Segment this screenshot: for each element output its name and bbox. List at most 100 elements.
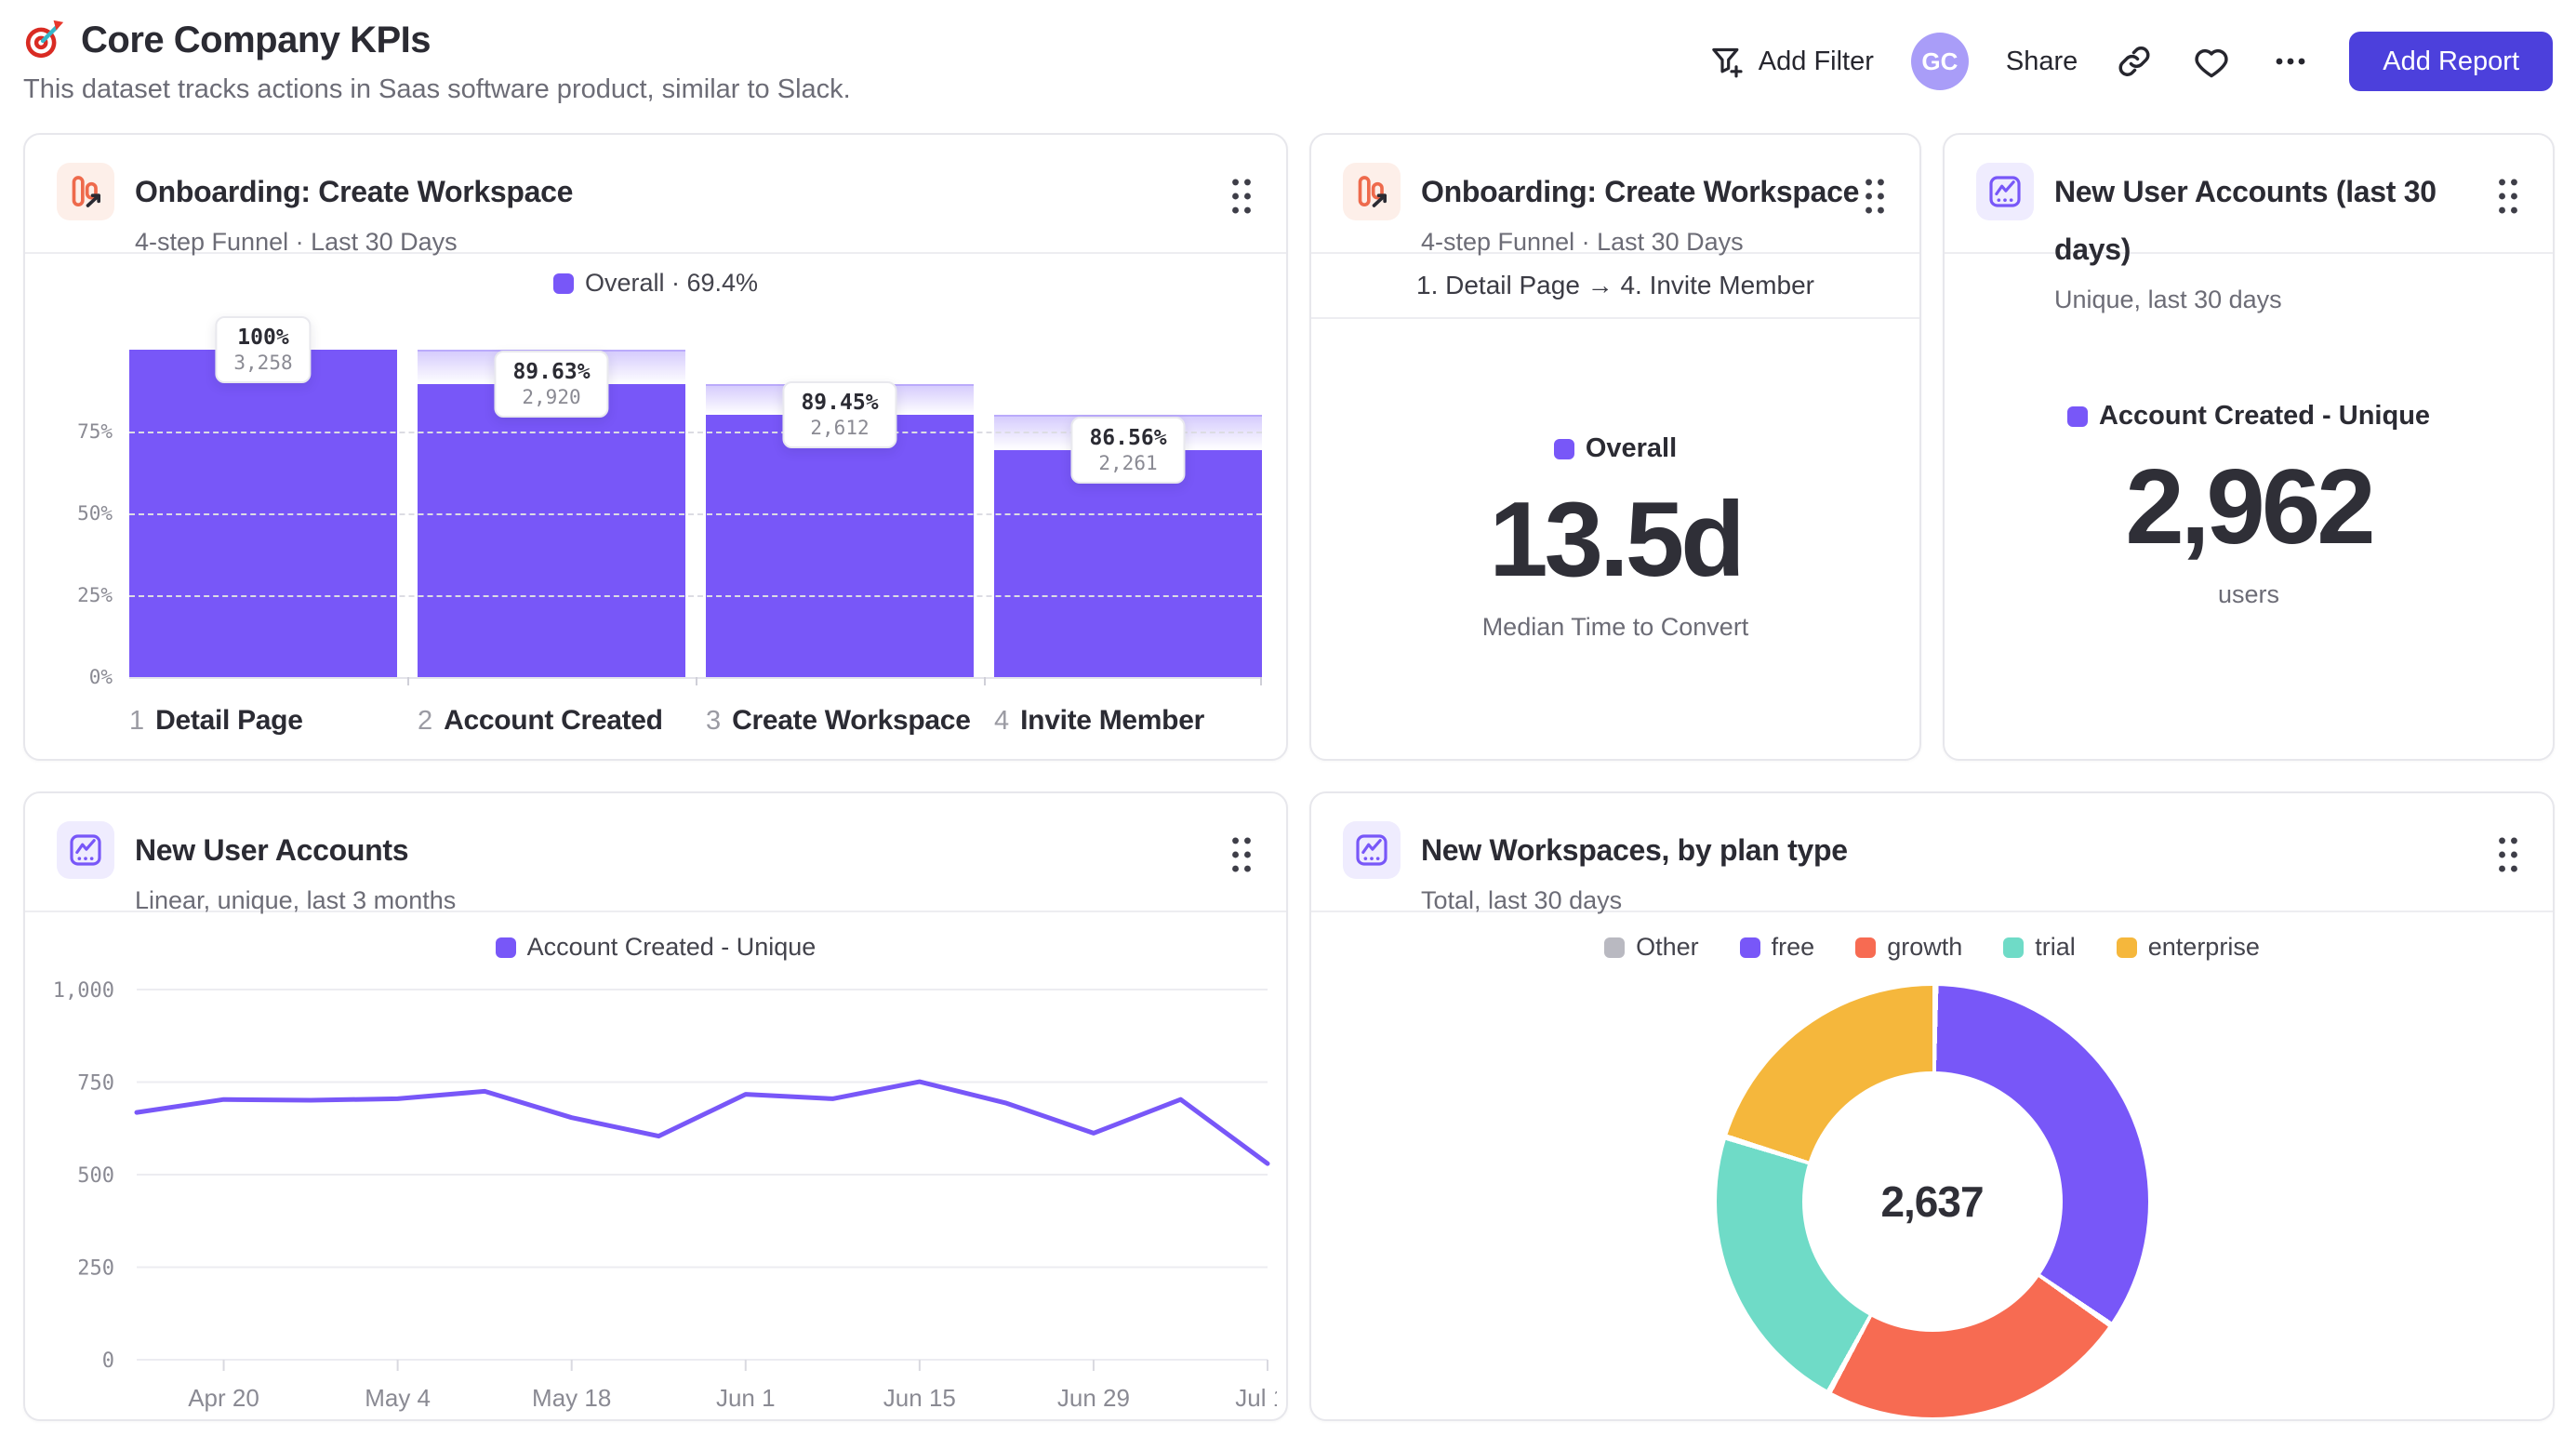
heart-icon xyxy=(2191,41,2232,82)
step-name: Invite Member xyxy=(1020,705,1204,736)
x-axis-tick-label: Jun 29 xyxy=(1057,1384,1130,1412)
funnel-chart-icon xyxy=(57,163,114,220)
x-axis-tick-label: Apr 20 xyxy=(188,1384,259,1412)
x-axis-tick xyxy=(984,677,986,685)
y-axis-tick-label: 25% xyxy=(77,584,113,606)
step-number: 3 xyxy=(706,706,722,736)
drag-handle[interactable] xyxy=(2495,176,2521,219)
funnel-chart-icon xyxy=(1343,163,1401,220)
legend-item[interactable]: Account Created - Unique xyxy=(2066,401,2430,432)
funnel-chart[interactable]: 100% 3,258 89.63% 2,920 89.45% 2,612 86.56% 2,2… xyxy=(77,316,1262,688)
y-axis-tick-label: 0 xyxy=(102,1349,114,1373)
funnel-step-label[interactable]: 2 Account Created xyxy=(418,705,685,737)
y-axis-tick-label: 750 xyxy=(77,1072,114,1096)
card-subtitle: Total, last 30 days xyxy=(1421,886,1623,914)
x-axis-tick-label: Jun 15 xyxy=(883,1384,956,1412)
funnel-legend: Overall · 69.4% xyxy=(25,269,1286,298)
add-report-button[interactable]: Add Report xyxy=(2349,32,2553,91)
legend-item[interactable]: trial xyxy=(2003,933,2076,962)
card-title: Onboarding: Create Workspace xyxy=(135,175,574,208)
step-number: 1 xyxy=(129,706,145,736)
big-number-metric: Account Created - Unique 2,962 users xyxy=(1945,254,2553,756)
card-subtitle: 4-step Funnel · Last 30 Days xyxy=(1421,228,1744,256)
x-axis-tick-label: Jul 13 xyxy=(1235,1384,1277,1412)
card-subtitle: 4-step Funnel · Last 30 Days xyxy=(135,228,458,256)
card-subtitle: Linear, unique, last 3 months xyxy=(135,886,457,914)
drag-handle[interactable] xyxy=(2495,834,2521,878)
y-axis-tick-label: 75% xyxy=(77,420,113,443)
line-chart-icon xyxy=(1976,163,2034,220)
funnel-bar-fill xyxy=(418,383,685,677)
card-title: New User Accounts xyxy=(135,833,409,867)
line-series[interactable] xyxy=(134,1079,1270,1166)
donut-center-value: 2,637 xyxy=(1880,1177,1984,1226)
legend-item[interactable]: enterprise xyxy=(2116,933,2260,962)
line-chart[interactable]: 0 250 500 750 1,000 Apr 20 May 4 May 18 Jun 1 Jun… xyxy=(34,971,1286,1419)
donut-chart[interactable]: 2,637 xyxy=(1716,986,2148,1417)
funnel-bar-badge: 89.45% 2,612 xyxy=(782,380,897,448)
line-chart-icon xyxy=(57,821,114,879)
link-icon xyxy=(2115,42,2154,81)
header-actions: Add Filter GC Share Add Report xyxy=(1708,19,2553,104)
drag-handle[interactable] xyxy=(1228,834,1255,878)
legend-swatch xyxy=(2116,937,2137,958)
x-axis-tick xyxy=(1260,677,1262,685)
legend-swatch xyxy=(1739,937,1760,958)
card-new-users-30d: New User Accounts (last 30 days) Unique,… xyxy=(1943,133,2555,761)
legend-swatch xyxy=(2066,405,2088,427)
legend-item[interactable]: Overall · 69.4% xyxy=(552,269,758,298)
legend-swatch xyxy=(1553,438,1574,459)
avatar[interactable]: GC xyxy=(1910,33,1969,90)
x-axis-tick xyxy=(407,677,409,685)
favorite-button[interactable] xyxy=(2191,41,2232,82)
line-legend: Account Created - Unique xyxy=(25,933,1286,962)
copy-link-button[interactable] xyxy=(2115,42,2154,81)
legend-swatch xyxy=(552,273,574,294)
donut-legend: Other free growth trial enterprise xyxy=(1311,933,2553,962)
legend-item[interactable]: Overall xyxy=(1553,433,1677,464)
funnel-bar-badge: 86.56% 2,261 xyxy=(1070,416,1186,484)
median-value: 13.5d xyxy=(1489,481,1746,600)
legend-item[interactable]: growth xyxy=(1855,933,1962,962)
funnel-bar-badge: 89.63% 2,920 xyxy=(494,350,609,418)
drag-handle[interactable] xyxy=(1228,176,1255,219)
target-icon xyxy=(23,19,66,61)
median-legend: Overall xyxy=(1553,433,1677,464)
header-left: Core Company KPIs This dataset tracks ac… xyxy=(23,19,851,105)
gridline xyxy=(129,513,1262,515)
legend-swatch xyxy=(2003,937,2025,958)
ellipsis-icon xyxy=(2269,40,2312,83)
funnel-step-label[interactable]: 1 Detail Page xyxy=(129,705,397,737)
card-median-time: Onboarding: Create Workspace 4-step Funn… xyxy=(1309,133,1921,761)
legend-item[interactable]: Other xyxy=(1604,933,1699,962)
y-axis-tick-label: 1,000 xyxy=(53,979,114,1003)
add-filter-button[interactable]: Add Filter xyxy=(1708,43,1874,80)
card-title: Onboarding: Create Workspace xyxy=(1421,175,1860,208)
drag-handle[interactable] xyxy=(1862,176,1888,219)
y-axis-tick-label: 50% xyxy=(77,502,113,525)
big-number-value: 2,962 xyxy=(2125,448,2375,567)
more-options-button[interactable] xyxy=(2269,40,2312,83)
legend-swatch xyxy=(495,937,516,958)
card-title: New User Accounts (last 30 days) xyxy=(2054,175,2437,266)
donut-hole: 2,637 xyxy=(1801,1071,2063,1332)
step-name: Account Created xyxy=(444,705,663,736)
step-number: 4 xyxy=(994,706,1010,736)
big-number-caption: users xyxy=(2217,579,2280,608)
legend-swatch xyxy=(1855,937,1877,958)
share-button[interactable]: Share xyxy=(2006,47,2078,77)
funnel-step-label[interactable]: 3 Create Workspace xyxy=(706,705,974,737)
funnel-step-label[interactable]: 4 Invite Member xyxy=(994,705,1262,737)
card-grid: Onboarding: Create Workspace 4-step Funn… xyxy=(23,133,2555,1421)
x-axis-tick-label: May 4 xyxy=(365,1384,431,1412)
step-name: Detail Page xyxy=(155,705,303,736)
legend-swatch xyxy=(1604,937,1626,958)
filter-plus-icon xyxy=(1708,43,1746,80)
legend-item[interactable]: free xyxy=(1739,933,1814,962)
median-metric: Overall 13.5d Median Time to Convert xyxy=(1311,319,1919,756)
page-title: Core Company KPIs xyxy=(81,19,432,60)
funnel-bar-fill xyxy=(706,414,974,677)
card-title: New Workspaces, by plan type xyxy=(1421,833,1848,867)
line-chart-icon xyxy=(1343,821,1401,879)
legend-item[interactable]: Account Created - Unique xyxy=(495,933,816,962)
